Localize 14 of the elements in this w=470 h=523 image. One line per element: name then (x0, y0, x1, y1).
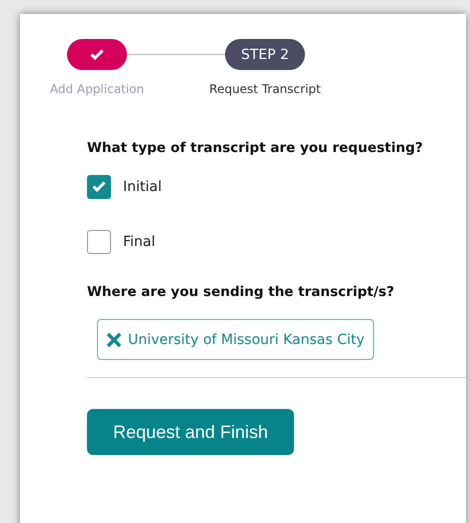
step-label: Add Application (50, 82, 144, 96)
checkbox-label: Initial (123, 178, 162, 194)
step-badge: STEP 2 (225, 39, 305, 70)
selected-school-chip[interactable]: University of Missouri Kansas City (97, 319, 374, 360)
step-label: Request Transcript (209, 82, 321, 96)
request-and-finish-button[interactable]: Request and Finish (87, 409, 294, 455)
check-icon (92, 181, 106, 192)
question-label: What type of transcript are you requesting? (87, 140, 424, 156)
checkbox-label: Final (123, 234, 156, 250)
check-icon (90, 49, 104, 60)
remove-icon[interactable] (106, 332, 122, 348)
checkbox[interactable] (87, 230, 111, 254)
question-label: Where are you sending the transcript/s? (87, 284, 396, 300)
checkbox[interactable] (87, 174, 111, 198)
